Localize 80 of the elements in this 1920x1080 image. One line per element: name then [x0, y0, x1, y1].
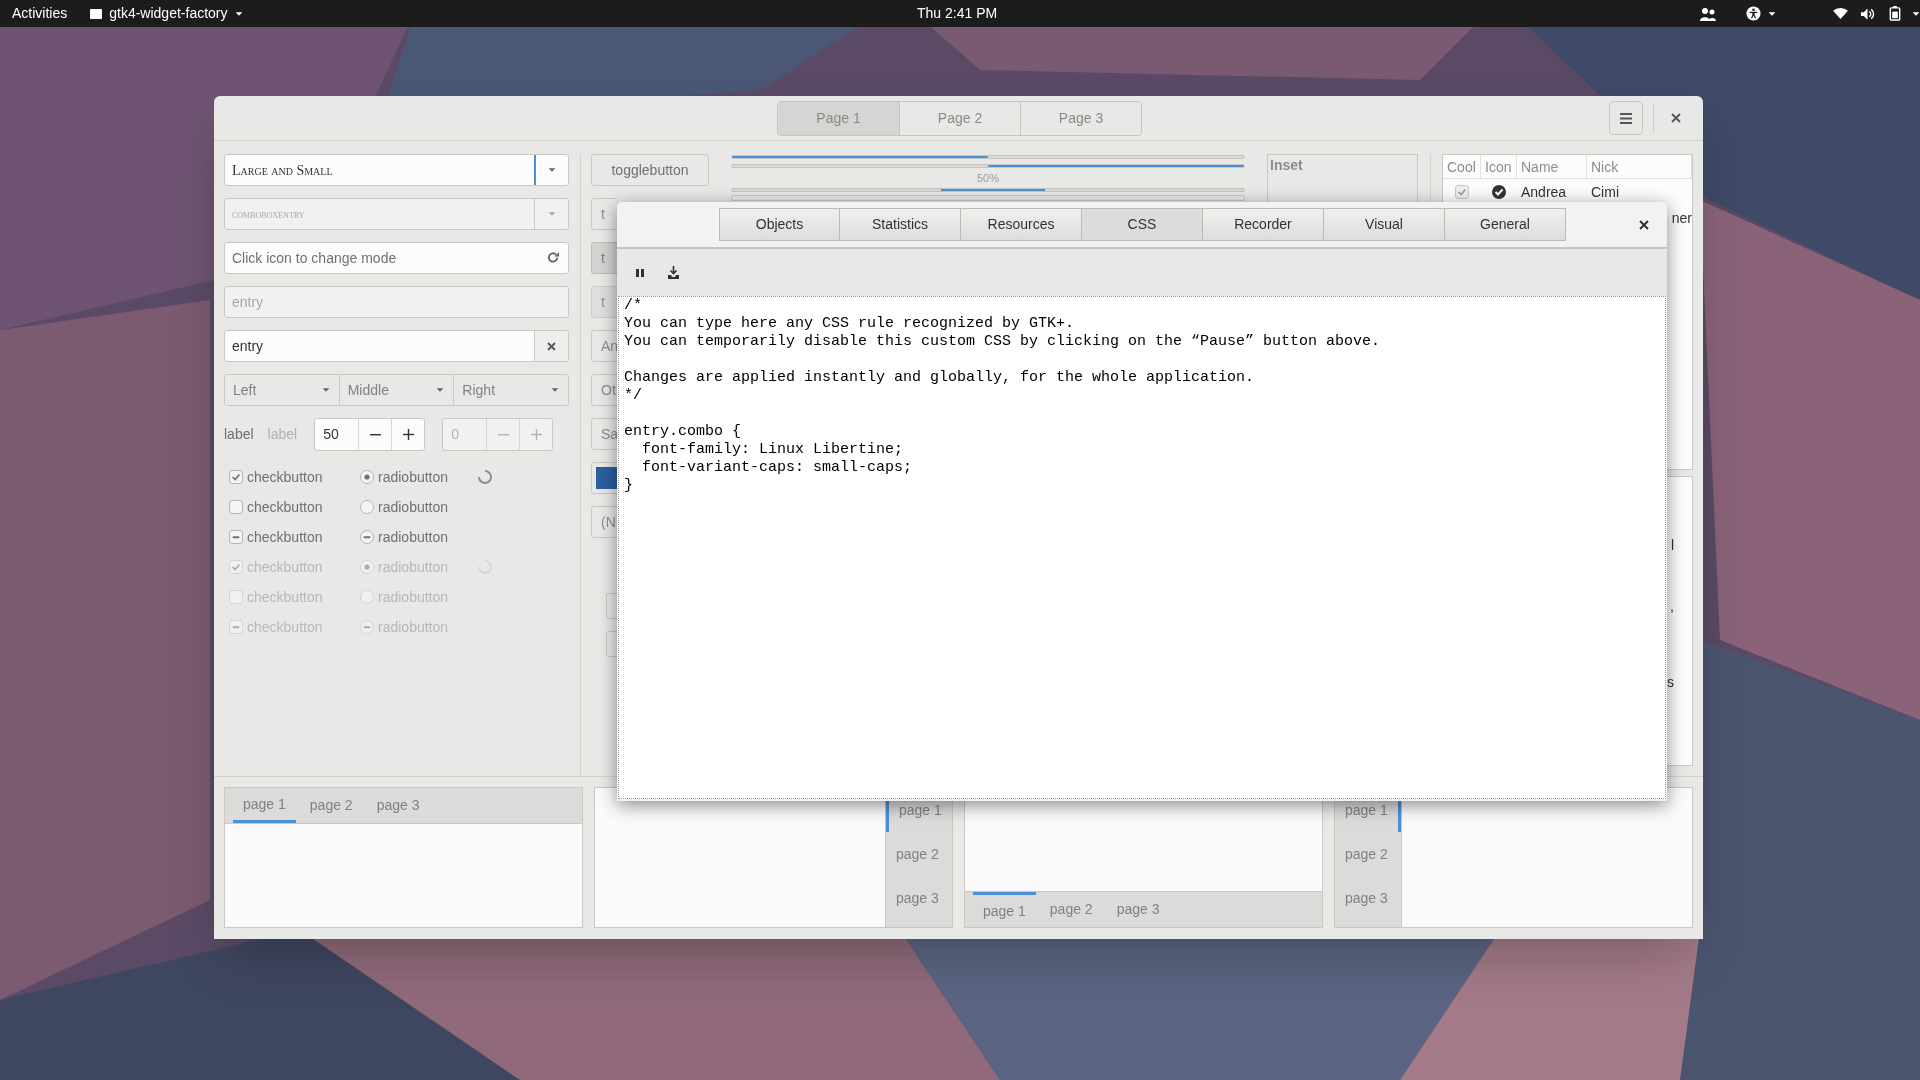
dropdown[interactable]: Right [453, 375, 568, 405]
radio-label[interactable]: radiobutton [378, 526, 478, 548]
clear-button[interactable] [535, 330, 569, 362]
activities-button[interactable]: Activities [12, 3, 68, 24]
radio-label[interactable]: radiobutton [378, 466, 478, 488]
tab[interactable]: page 2 [299, 788, 363, 823]
close-icon [1671, 113, 1681, 123]
close-icon [1639, 220, 1649, 230]
stack-tab[interactable]: Page 3 [1020, 101, 1141, 135]
checkbox[interactable] [229, 500, 243, 514]
tab[interactable]: Visual [1324, 208, 1445, 241]
app-menu[interactable]: gtk4-widget-factory [109, 3, 228, 24]
color-button[interactable] [591, 462, 617, 494]
button[interactable]: An [591, 330, 617, 362]
download-icon [667, 266, 679, 279]
volume-icon[interactable] [1860, 6, 1875, 21]
tab[interactable]: Resources [961, 208, 1082, 241]
tab[interactable]: Statistics [840, 208, 961, 241]
button[interactable]: (N [591, 506, 617, 538]
text-fragment: s [1667, 673, 1674, 692]
toggle-button[interactable]: togglebutton [591, 154, 709, 186]
table-cell: Andrea [1521, 183, 1567, 200]
tab[interactable]: page 2 [1039, 892, 1103, 927]
stack-tab[interactable]: Page 1 [778, 101, 899, 135]
window-icon [89, 6, 104, 21]
tab[interactable]: page 1 [233, 788, 296, 823]
plus-icon[interactable] [402, 429, 414, 440]
button[interactable]: t [591, 198, 617, 230]
text-fragment: l [1670, 536, 1674, 555]
tab[interactable]: General [1445, 208, 1566, 241]
refresh-icon[interactable] [547, 251, 560, 264]
tab[interactable]: Objects [719, 208, 840, 241]
text-field[interactable]: Click icon to change mode [224, 242, 569, 274]
battery-icon[interactable] [1889, 6, 1901, 21]
tab[interactable]: page 3 [886, 876, 952, 920]
text-field[interactable]: entry [224, 330, 535, 362]
checkbox[interactable] [1455, 185, 1469, 199]
pause-icon [636, 268, 644, 277]
progress-label: 50% [977, 172, 999, 185]
text-fragment: , [1670, 597, 1674, 616]
column-header[interactable]: Icon [1481, 155, 1517, 178]
radio-label[interactable]: radiobutton [378, 496, 478, 518]
radio-button[interactable] [360, 530, 374, 544]
checkbox[interactable] [229, 530, 243, 544]
toggle-button[interactable]: t [591, 242, 617, 274]
button[interactable]: Ot [591, 374, 617, 406]
column-header[interactable]: Name [1517, 155, 1587, 178]
tab[interactable]: page 3 [1106, 892, 1170, 927]
radio-button[interactable] [360, 500, 374, 514]
tab[interactable]: page 3 [1335, 876, 1401, 920]
tab[interactable]: CSS [1082, 208, 1203, 241]
check-circle-icon [1492, 185, 1506, 199]
frame-label: Inset [1269, 156, 1304, 175]
toggle-button[interactable]: t [591, 286, 617, 318]
wifi-icon[interactable] [1833, 7, 1848, 20]
column-header[interactable]: Cool [1443, 155, 1481, 178]
tab[interactable]: page 2 [1335, 832, 1401, 876]
checkbox[interactable] [229, 470, 243, 484]
checkbox-label[interactable]: checkbutton [247, 466, 360, 488]
spin-button[interactable]: 50 [314, 418, 426, 451]
tab[interactable]: page 3 [366, 788, 430, 823]
column-header[interactable]: Nick [1587, 155, 1692, 178]
menu-icon [1620, 112, 1632, 124]
checkbox-label[interactable]: checkbutton [247, 526, 360, 548]
tab[interactable]: page 1 [973, 892, 1036, 927]
radio-button[interactable] [360, 470, 374, 484]
close-icon [547, 341, 556, 351]
people-icon[interactable] [1700, 6, 1716, 21]
label-text: label [267, 425, 298, 444]
menu-button[interactable] [1609, 101, 1643, 135]
table-cell: Cimi [1591, 183, 1619, 200]
code-text: /* You can type here any CSS rule recognized by GTK+. You can temporarily disable this custom CSS by clicking on the “Pause” button above. Changes are applied instantly and globally, for the whole application. */ entry.combo { font-family: Linux Libertine; font-variant-caps: small-caps; } [624, 297, 1382, 495]
clock[interactable]: Thu 2:41 PM [917, 3, 998, 24]
accessibility-icon[interactable] [1746, 6, 1761, 21]
tab[interactable]: page 2 [886, 832, 952, 876]
checkbox-label[interactable]: checkbutton [247, 496, 360, 518]
table-cell: ner [1671, 209, 1692, 226]
label-text: label [224, 425, 254, 444]
combo-box[interactable]: Large and Small [224, 154, 569, 186]
tab[interactable]: Recorder [1203, 208, 1324, 241]
